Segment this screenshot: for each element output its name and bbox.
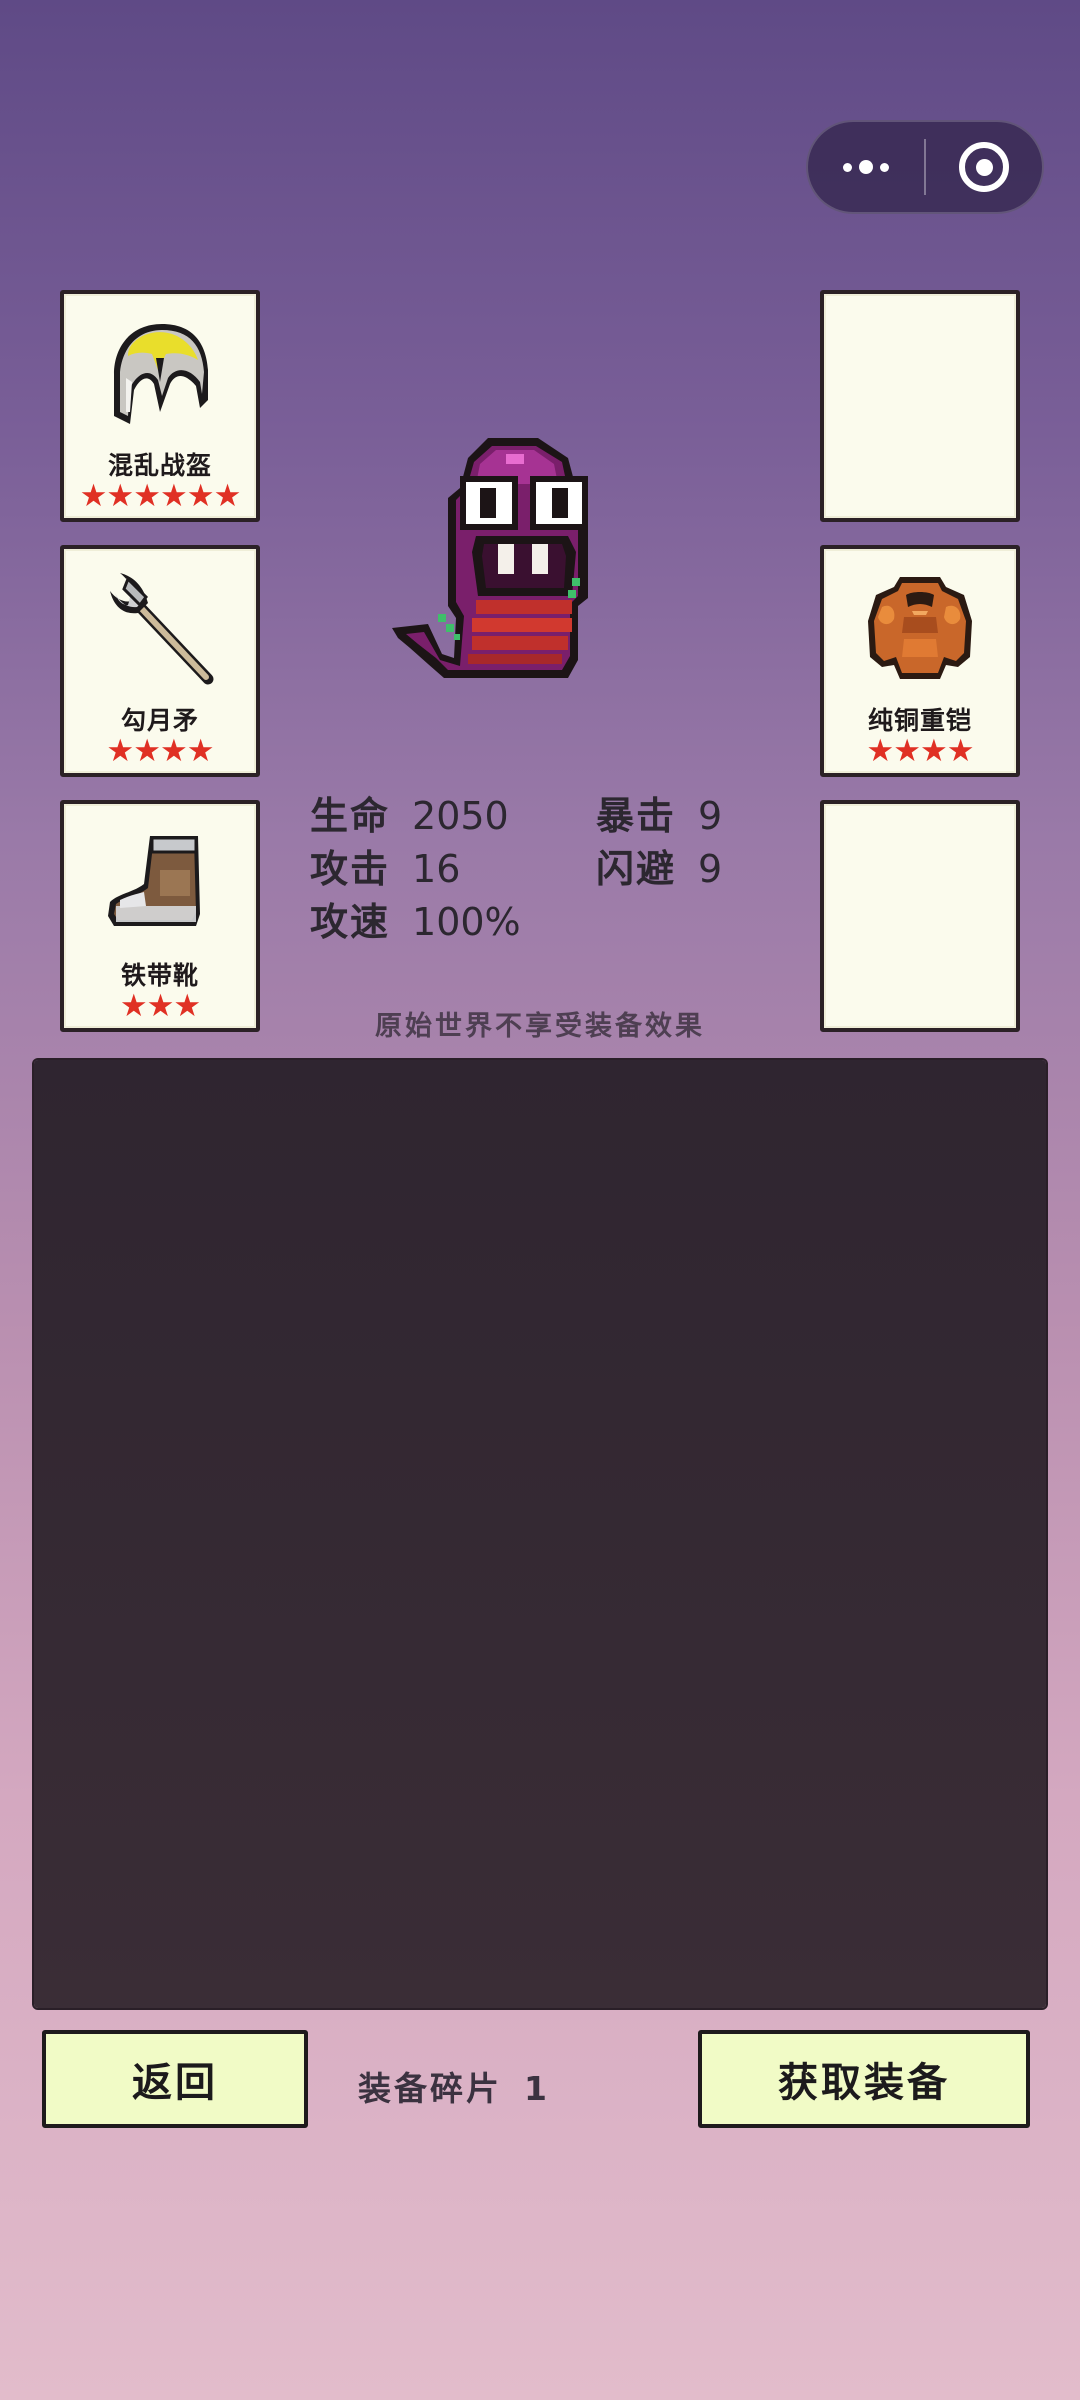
equipment-notice: 原始世界不享受装备效果 [375,1011,705,1042]
stat-hp: 生命 2050 [310,785,509,840]
stat-attack: 攻击 16 [310,838,460,893]
stat-crit-value: 9 [698,794,723,838]
weapon-name: 勾月矛 [120,706,199,735]
boots-stars: ★★★ [119,988,201,1024]
get-equipment-button[interactable]: 获取装备 [698,2030,1030,2128]
stat-dodge-label: 闪避 [596,847,677,891]
stat-crit-label: 暴击 [596,794,677,838]
stat-attack-speed-label: 攻速 [310,900,391,944]
helmet-stars: ★★★★★★ [79,478,242,514]
helmet-icon [114,324,208,424]
weapon-stars: ★★★★ [106,733,214,769]
stat-attack-value: 16 [412,847,461,891]
stat-crit: 暴击 9 [596,785,722,840]
spear-icon [110,573,214,685]
equip-slot-helmet[interactable]: 混乱战盔 ★★★★★★ [60,290,260,522]
stat-attack-label: 攻击 [310,847,391,891]
miniprogram-capsule [806,120,1044,214]
more-menu-button[interactable] [808,122,924,212]
boots-name: 铁带靴 [120,961,199,990]
helmet-name: 混乱战盔 [107,451,212,480]
armor-icon [868,577,972,679]
equip-slot-boots[interactable]: 铁带靴 ★★★ [60,800,260,1032]
armor-stars: ★★★★ [866,733,974,769]
equipment-fragments: 装备碎片 1 [358,2062,550,2110]
stat-attack-speed-value: 100% [412,900,521,944]
stat-hp-label: 生命 [310,794,391,838]
fragments-count: 1 [524,2069,550,2108]
stat-dodge: 闪避 9 [596,838,722,893]
equip-slot-empty-bottom[interactable] [820,800,1020,1032]
boot-icon [108,836,200,926]
equip-slot-weapon[interactable]: 勾月矛 ★★★★ [60,545,260,777]
stat-dodge-value: 9 [698,847,723,891]
stat-hp-value: 2050 [412,794,509,838]
more-dots-icon [843,160,889,174]
equip-slot-empty-top[interactable] [820,290,1020,522]
back-button[interactable]: 返回 [42,2030,308,2128]
inventory-panel[interactable] [34,1060,1046,2008]
monster-sprite [392,438,588,678]
target-circle-icon [959,142,1009,192]
armor-name: 纯铜重铠 [867,706,972,735]
close-miniprogram-button[interactable] [926,122,1042,212]
equip-slot-armor[interactable]: 纯铜重铠 ★★★★ [820,545,1020,777]
fragments-label: 装备碎片 [358,2069,502,2108]
stat-attack-speed: 攻速 100% [310,891,521,946]
